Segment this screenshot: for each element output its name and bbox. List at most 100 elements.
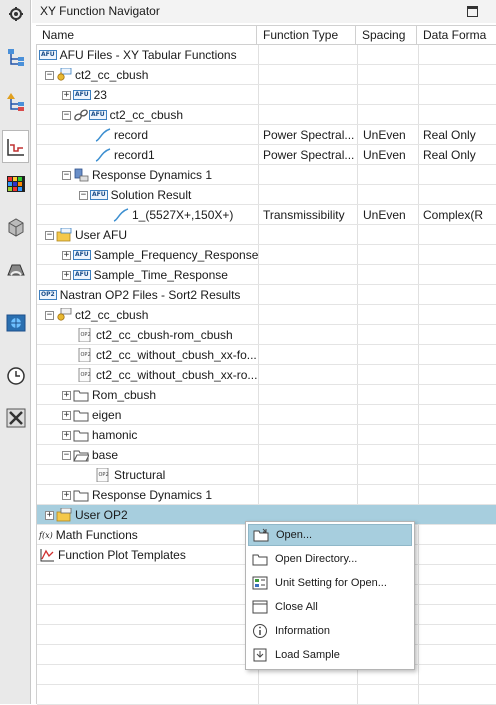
- tree-row-record[interactable]: record Power Spectral... UnEven Real Onl…: [37, 125, 496, 145]
- menu-item-label: Open Directory...: [275, 553, 358, 565]
- expand-toggle[interactable]: +: [62, 490, 71, 500]
- tree-node-label: User OP2: [75, 508, 128, 522]
- expand-toggle[interactable]: +: [62, 270, 71, 280]
- tree-row-nastran-op2[interactable]: OP2 Nastran OP2 Files - Sort2 Results: [37, 285, 496, 305]
- function-type-cell: Power Spectral...: [263, 128, 355, 142]
- tree-row-op2-ct2-cc-cbush[interactable]: − ct2_cc_cbush: [37, 305, 496, 325]
- tree-node-label: ct2_cc_cbush-rom_cbush: [96, 328, 233, 342]
- web-browser-icon[interactable]: [2, 309, 29, 336]
- menu-item-close-all[interactable]: Close All: [248, 596, 412, 618]
- collapse-toggle[interactable]: −: [79, 190, 88, 200]
- column-header-spacing[interactable]: Spacing: [356, 26, 417, 45]
- tree-row-without-cbush-ro[interactable]: OP2 ct2_cc_without_cbush_xx-ro...: [37, 365, 496, 385]
- column-header-function-type[interactable]: Function Type: [257, 26, 356, 45]
- math-function-icon: f(x): [39, 530, 53, 540]
- function-curve-icon: [95, 148, 111, 162]
- column-header-data-format[interactable]: Data Forma: [417, 26, 496, 45]
- gear-icon[interactable]: [2, 0, 29, 27]
- tree-row-sample-frequency-response[interactable]: + AFU Sample_Frequency_Response: [37, 245, 496, 265]
- tree-row-response-dynamics[interactable]: − Response Dynamics 1: [37, 165, 496, 185]
- tree-row-sample-time-response[interactable]: + AFU Sample_Time_Response: [37, 265, 496, 285]
- tree-row-solution-result[interactable]: − AFU Solution Result: [37, 185, 496, 205]
- expand-toggle[interactable]: +: [62, 410, 71, 420]
- spacing-cell: UnEven: [363, 148, 406, 162]
- menu-item-load-sample[interactable]: Load Sample: [248, 644, 412, 666]
- menu-item-unit-setting[interactable]: Unit Setting for Open...: [248, 572, 412, 594]
- tree-row-transmissibility[interactable]: 1_(5527X+,150X+) Transmissibility UnEven…: [37, 205, 496, 225]
- tree-row-base[interactable]: − base: [37, 445, 496, 465]
- tree-row-rom-cbush-file[interactable]: OP2 ct2_cc_cbush-rom_cbush: [37, 325, 496, 345]
- tree-row-ct2-cc-cbush[interactable]: − ct2_cc_cbush: [37, 65, 496, 85]
- menu-item-label: Load Sample: [275, 649, 340, 661]
- folder-icon: [73, 390, 89, 402]
- expand-toggle[interactable]: +: [62, 390, 71, 400]
- tree-node-label: hamonic: [92, 428, 138, 442]
- collapse-toggle[interactable]: −: [62, 110, 71, 120]
- tree-node-label: 1_(5527X+,150X+): [132, 208, 234, 222]
- tree-node-label: ct2_cc_without_cbush_xx-ro...: [96, 368, 258, 382]
- collapse-toggle[interactable]: −: [45, 310, 54, 320]
- tree-row-without-cbush-fo[interactable]: OP2 ct2_cc_without_cbush_xx-fo...: [37, 345, 496, 365]
- tree-row-hamonic[interactable]: + hamonic: [37, 425, 496, 445]
- collapse-toggle[interactable]: −: [62, 170, 71, 180]
- maximize-icon[interactable]: [467, 6, 478, 17]
- part-navigator-icon[interactable]: [2, 88, 29, 115]
- tree-node-label: ct2_cc_cbush: [75, 68, 149, 82]
- function-curve-icon: [113, 208, 129, 222]
- load-sample-icon: [252, 647, 268, 663]
- spacing-cell: UnEven: [363, 208, 406, 222]
- function-type-cell: Transmissibility: [263, 208, 345, 222]
- tree-row-ct2-cc-cbush-linked[interactable]: − AFU ct2_cc_cbush: [37, 105, 496, 125]
- function-curve-icon: [95, 128, 111, 142]
- tree-row-23[interactable]: + AFU 23: [37, 85, 496, 105]
- folder-icon: [73, 430, 89, 442]
- menu-item-open-directory[interactable]: Open Directory...: [248, 548, 412, 570]
- menu-item-information[interactable]: Information: [248, 620, 412, 642]
- fringe-plot-icon[interactable]: [2, 170, 29, 197]
- tree-row-structural[interactable]: OP2 Structural: [37, 465, 496, 485]
- history-icon[interactable]: [2, 362, 29, 389]
- context-menu: Open... Open Directory... Unit Setting f…: [245, 521, 415, 670]
- hd3d-tools-icon[interactable]: [2, 256, 29, 283]
- spacing-cell: UnEven: [363, 128, 406, 142]
- reuse-library-icon[interactable]: [2, 213, 29, 240]
- tree-node-label: base: [92, 448, 119, 462]
- folder-open-icon: [73, 450, 89, 462]
- tree-node-label: Response Dynamics 1: [92, 168, 213, 182]
- system-tools-icon[interactable]: [2, 404, 29, 431]
- expand-toggle[interactable]: +: [62, 430, 71, 440]
- tree-row-record1[interactable]: record1 Power Spectral... UnEven Real On…: [37, 145, 496, 165]
- expand-toggle[interactable]: +: [62, 250, 71, 260]
- afu-folder-icon: AFU: [90, 190, 108, 200]
- afu-file-icon: AFU: [39, 50, 57, 60]
- tree-node-label: eigen: [92, 408, 122, 422]
- afu-folder-icon: AFU: [89, 110, 107, 120]
- tree-node-label: Sample_Frequency_Response: [93, 248, 259, 262]
- collapse-toggle[interactable]: −: [45, 70, 54, 80]
- xy-function-navigator-icon[interactable]: [2, 130, 29, 163]
- user-op2-folder-icon: [56, 508, 72, 522]
- column-header-name[interactable]: Name: [36, 26, 257, 45]
- tree-row-response-dynamics-2[interactable]: + Response Dynamics 1: [37, 485, 496, 505]
- tree-node-label: Function Plot Templates: [58, 548, 186, 562]
- tree-row-eigen[interactable]: + eigen: [37, 405, 496, 425]
- tree-node-label: ct2_cc_cbush: [75, 308, 149, 322]
- collapse-toggle[interactable]: −: [62, 450, 71, 460]
- assembly-navigator-icon[interactable]: [2, 44, 29, 71]
- navigator-header: XY Function Navigator: [32, 0, 496, 23]
- empty-row: [37, 685, 496, 705]
- menu-item-open[interactable]: Open...: [248, 524, 412, 546]
- tree-node-label: Nastran OP2 Files - Sort2 Results: [59, 288, 241, 302]
- tree-node-label: 23: [93, 88, 107, 102]
- collapse-toggle[interactable]: −: [45, 230, 54, 240]
- expand-toggle[interactable]: +: [62, 90, 71, 100]
- tree-row-user-afu[interactable]: − User AFU: [37, 225, 496, 245]
- menu-item-label: Unit Setting for Open...: [275, 577, 387, 589]
- expand-toggle[interactable]: +: [45, 510, 54, 520]
- tree-row-rom-cbush-folder[interactable]: + Rom_cbush: [37, 385, 496, 405]
- tree-row-afu-files[interactable]: AFU AFU Files - XY Tabular Functions: [37, 45, 496, 65]
- folder-icon: [73, 410, 89, 422]
- op2-document-icon: OP2: [78, 368, 91, 382]
- info-icon: [252, 623, 268, 639]
- tree-node-label: Structural: [114, 468, 166, 482]
